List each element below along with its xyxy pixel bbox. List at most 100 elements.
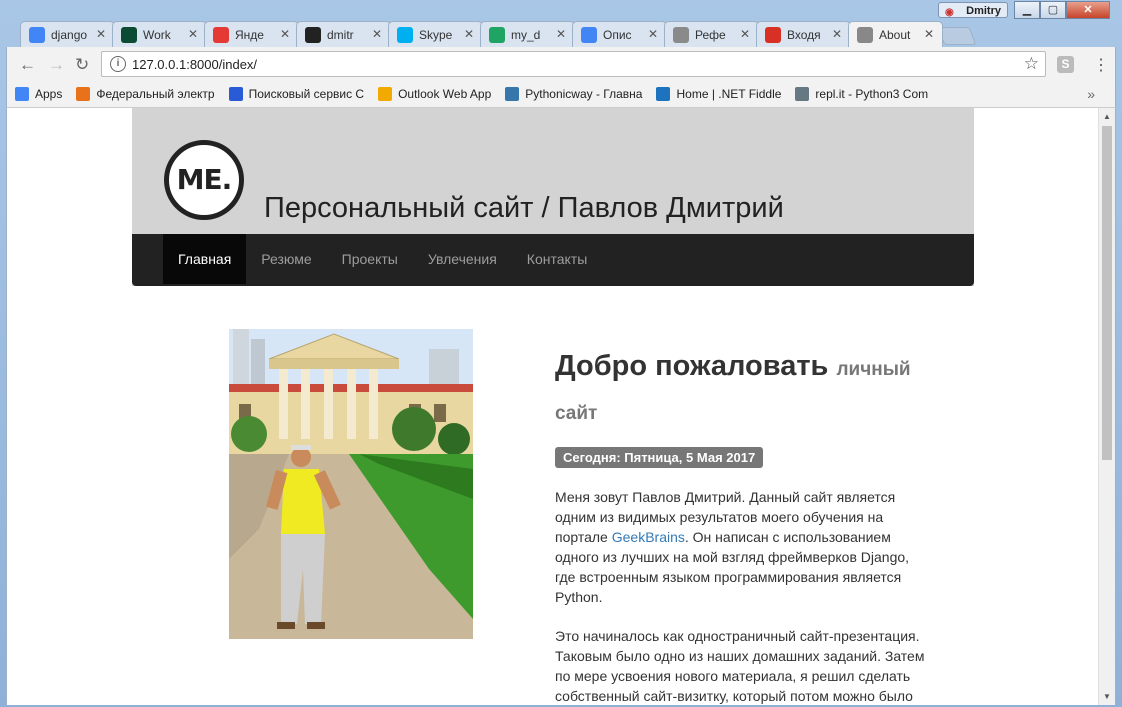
tab-0[interactable]: django ✕ [20, 21, 115, 47]
minimize-button[interactable]: ▁ [1014, 1, 1040, 19]
back-arrow-icon[interactable]: ← [19, 55, 36, 75]
history-paragraph: Это начиналось как одностраничный сайт-п… [555, 628, 925, 704]
bookmark-label: Apps [35, 87, 63, 101]
replit-icon [795, 87, 810, 101]
close-window-button[interactable]: ✕ [1066, 1, 1110, 19]
bookmark-label: Поисковый сервис С [248, 87, 365, 101]
profile-button[interactable]: ◉ Dmitry [938, 2, 1008, 18]
tab-4[interactable]: Skype ✕ [388, 21, 483, 47]
github-icon [305, 26, 321, 43]
browser-window: ◉ Dmitry ▁ ▢ ✕ django ✕ Work ✕ Янде ✕ dmitr ✕ Sk… [0, 0, 1122, 707]
tab-label: Янде [235, 27, 264, 42]
close-tab-icon[interactable]: ✕ [280, 27, 290, 41]
vertical-scrollbar[interactable]: ▲ ▼ [1098, 108, 1115, 705]
profile-name: Dmitry [966, 5, 1001, 17]
tab-1[interactable]: Work ✕ [112, 21, 207, 47]
bookmark-6[interactable]: repl.it - Python3 Com [795, 87, 928, 101]
new-tab-button[interactable] [937, 27, 977, 45]
tab-6[interactable]: Опис ✕ [572, 21, 667, 47]
tab-5[interactable]: my_d ✕ [480, 21, 575, 47]
tab-8[interactable]: Входя ✕ [756, 21, 851, 47]
reload-icon[interactable]: ↻ [75, 55, 89, 75]
bookmark-2[interactable]: Поисковый сервис С [228, 87, 365, 101]
tab-strip: django ✕ Work ✕ Янде ✕ dmitr ✕ Skype ✕ my_d ✕ Опис ✕ Р… [20, 21, 943, 47]
menu-dots-icon[interactable]: ⋮ [1093, 55, 1109, 75]
fiddle-icon [656, 87, 671, 101]
nav-item-0[interactable]: Главная [163, 234, 247, 284]
close-tab-icon[interactable]: ✕ [832, 27, 842, 41]
close-tab-icon[interactable]: ✕ [188, 27, 198, 41]
date-badge: Сегодня: Пятница, 5 Мая 2017 [555, 447, 764, 468]
close-tab-icon[interactable]: ✕ [740, 27, 750, 41]
page-icon [857, 26, 873, 43]
main-navbar: Главная Резюме Проекты Увлечения Контакты [132, 234, 974, 286]
yandex-icon [213, 26, 229, 43]
close-tab-icon[interactable]: ✕ [648, 27, 658, 41]
tab-2[interactable]: Янде ✕ [204, 21, 299, 47]
skype-extension-icon[interactable]: S [1057, 56, 1074, 73]
bookmark-star-icon[interactable]: ☆ [1024, 54, 1039, 74]
scroll-up-icon[interactable]: ▲ [1103, 112, 1111, 121]
maximize-button[interactable]: ▢ [1040, 1, 1066, 19]
scroll-down-icon[interactable]: ▼ [1103, 692, 1111, 701]
bookmark-1[interactable]: Федеральный электр [76, 87, 215, 101]
tab-3[interactable]: dmitr ✕ [296, 21, 391, 47]
site-title: Персональный сайт / Павлов Дмитрий [264, 192, 784, 224]
tab-label: Входя [787, 27, 821, 42]
nav-item-2[interactable]: Проекты [327, 234, 413, 284]
google-drive-icon [489, 26, 505, 43]
tab-label: Skype [419, 27, 453, 42]
tab-label: dmitr [327, 27, 354, 42]
bookmark-label: Home | .NET Fiddle [676, 87, 782, 101]
profile-photo [229, 329, 473, 639]
google-docs-icon [581, 26, 597, 43]
tab-label: Рефе [695, 27, 726, 42]
tab-label: Опис [603, 27, 632, 42]
bookmarks-bar: Apps Федеральный электр Поисковый сервис С… [6, 81, 1116, 108]
bookmark-label: Outlook Web App [398, 87, 492, 101]
welcome-section: Добро пожаловать личный сайт Сегодня: Пя… [555, 346, 925, 705]
nav-item-4[interactable]: Контакты [512, 234, 602, 284]
skype-icon [397, 26, 413, 43]
google-icon [29, 26, 45, 43]
tab-label: django [51, 27, 88, 42]
site-header: ME. Персональный сайт / Павлов Дмитрий Г… [132, 108, 974, 286]
geekbrains-link[interactable]: GeekBrains [612, 529, 685, 545]
info-icon[interactable]: i [110, 56, 126, 72]
address-bar[interactable]: i 127.0.0.1:8000/index/ ☆ [101, 51, 1046, 77]
url-text: 127.0.0.1:8000/index/ [132, 57, 258, 72]
close-tab-icon[interactable]: ✕ [924, 27, 934, 41]
user-icon: ◉ [945, 7, 954, 18]
site-logo[interactable]: ME. [164, 140, 244, 220]
shield-icon [76, 87, 91, 101]
bookmark-5[interactable]: Home | .NET Fiddle [656, 87, 781, 101]
tab-label: Work [143, 27, 171, 42]
forward-arrow-icon[interactable]: → [48, 55, 65, 75]
gmail-icon [765, 26, 781, 43]
tab-7[interactable]: Рефе ✕ [664, 21, 759, 47]
window-controls: ▁ ▢ ✕ [1014, 1, 1110, 20]
django-icon [121, 26, 137, 43]
apps-icon [15, 87, 29, 101]
close-tab-icon[interactable]: ✕ [464, 27, 474, 41]
tab-label: About [879, 27, 911, 42]
bookmark-label: Федеральный электр [96, 87, 215, 101]
c-icon [228, 87, 243, 101]
close-tab-icon[interactable]: ✕ [556, 27, 566, 41]
nav-item-1[interactable]: Резюме [246, 234, 326, 284]
bookmark-4[interactable]: Pythonicway - Главна [505, 87, 642, 101]
bookmark-label: repl.it - Python3 Com [815, 87, 929, 101]
chevron-right-icon[interactable]: » [1087, 86, 1095, 102]
scroll-thumb[interactable] [1102, 126, 1112, 460]
close-tab-icon[interactable]: ✕ [372, 27, 382, 41]
tab-9[interactable]: About ✕ [848, 21, 943, 47]
intro-paragraph: Меня зовут Павлов Дмитрий. Данный сайт я… [555, 487, 925, 607]
close-tab-icon[interactable]: ✕ [96, 27, 106, 41]
welcome-title: Добро пожаловать [555, 350, 829, 382]
bookmark-0[interactable]: Apps [15, 87, 62, 101]
nav-item-3[interactable]: Увлечения [413, 234, 512, 284]
page-viewport: ME. Персональный сайт / Павлов Дмитрий Г… [6, 108, 1116, 705]
bookmark-3[interactable]: Outlook Web App [378, 87, 491, 101]
bookmark-label: Pythonicway - Главна [525, 87, 643, 101]
browser-toolbar: ← → ↻ i 127.0.0.1:8000/index/ ☆ S ⋮ [6, 47, 1116, 81]
